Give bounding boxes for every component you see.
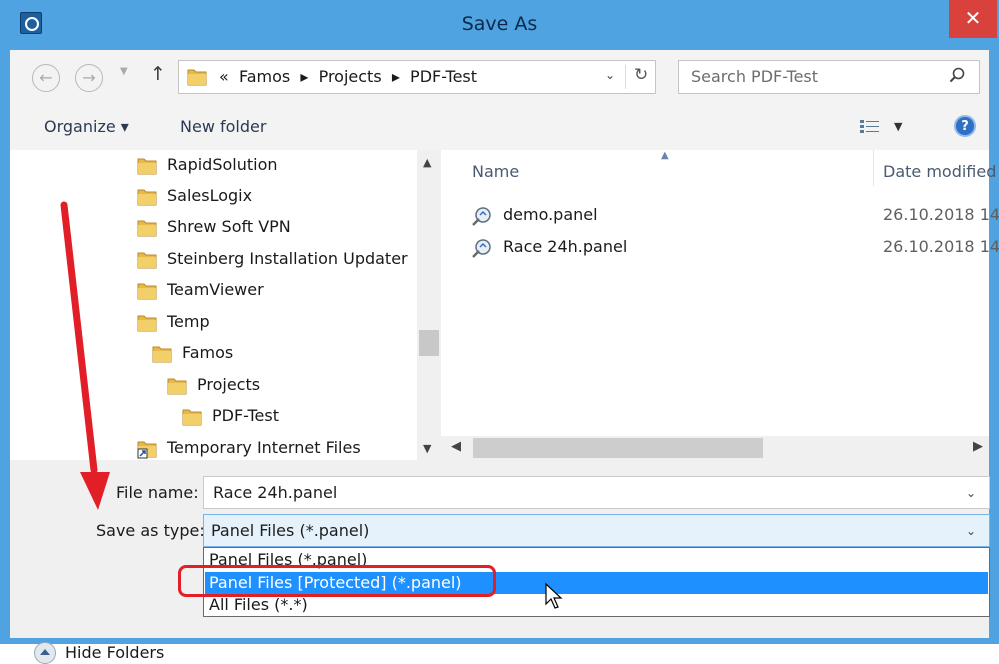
view-dropdown-chevron-icon[interactable]: ▼ <box>894 120 902 133</box>
hide-folders-chevron-icon[interactable] <box>34 642 56 664</box>
up-folder-button[interactable]: ↑ <box>150 63 166 85</box>
tree-item-label: Temp <box>167 312 210 331</box>
tree-item-label: SalesLogix <box>167 186 253 205</box>
panel-file-icon <box>472 207 491 226</box>
command-toolbar: Organize ▾ New folder ▼ ? <box>10 105 989 150</box>
folder-icon <box>137 189 157 206</box>
file-name: demo.panel <box>503 205 598 224</box>
search-icon[interactable] <box>949 67 965 83</box>
file-name-field[interactable]: Race 24h.panel ⌄ <box>203 476 990 509</box>
folder-icon <box>137 158 157 175</box>
folder-icon <box>187 69 207 86</box>
file-list: Name ▲ Date modified demo.panel 26.10.20… <box>441 150 999 460</box>
save-as-type-value: Panel Files (*.panel) <box>211 521 370 540</box>
column-header-name[interactable]: Name <box>472 162 519 181</box>
address-row: ← → ▼ ↑ « Famos ▸ Projects ▸ PDF-Test ⌄ … <box>10 50 989 105</box>
tree-item-label: RapidSolution <box>167 155 278 174</box>
tree-item-label: Temporary Internet Files <box>167 438 361 457</box>
file-row[interactable]: Race 24h.panel 26.10.2018 14:1 <box>471 234 999 262</box>
file-name: Race 24h.panel <box>503 237 628 256</box>
mouse-cursor-icon <box>545 582 563 609</box>
folder-icon <box>137 283 157 300</box>
file-name-value[interactable]: Race 24h.panel <box>213 483 337 502</box>
new-folder-button[interactable]: New folder <box>180 117 266 136</box>
view-options-icon[interactable] <box>858 118 882 136</box>
hide-folders-button[interactable]: Hide Folders <box>65 643 164 662</box>
breadcrumb[interactable]: « Famos ▸ Projects ▸ PDF-Test <box>219 67 477 86</box>
forward-button[interactable]: → <box>75 64 103 92</box>
folder-icon <box>152 346 172 363</box>
save-as-type-select[interactable]: Panel Files (*.panel) ⌄ <box>203 514 990 547</box>
column-divider[interactable] <box>873 150 874 186</box>
file-name-label: File name: <box>116 483 199 502</box>
folder-icon <box>137 315 157 332</box>
file-name-dropdown-chevron-icon[interactable]: ⌄ <box>966 486 976 500</box>
tree-item-label: PDF-Test <box>212 406 279 425</box>
file-row[interactable]: demo.panel 26.10.2018 14:1 <box>471 202 999 230</box>
close-button[interactable]: ✕ <box>949 0 997 38</box>
horizontal-scrollbar-thumb[interactable] <box>473 438 763 458</box>
folder-icon <box>137 252 157 269</box>
tree-item-label: Projects <box>197 375 261 394</box>
column-header-date-modified[interactable]: Date modified <box>883 162 996 181</box>
address-history-chevron-icon[interactable]: ⌄ <box>605 68 615 82</box>
dialog-client-area: ← → ▼ ↑ « Famos ▸ Projects ▸ PDF-Test ⌄ … <box>10 50 999 664</box>
scroll-left-chevron-icon[interactable]: ◀ <box>451 439 461 454</box>
folder-icon <box>137 220 157 237</box>
shortcut-folder-icon <box>137 441 157 459</box>
folder-icon <box>167 378 187 395</box>
sort-ascending-icon: ▲ <box>661 150 669 161</box>
tree-item-label: Famos <box>182 343 234 362</box>
tree-item-label: TeamViewer <box>167 280 264 299</box>
help-icon[interactable]: ? <box>954 115 976 137</box>
file-list-horizontal-scrollbar[interactable]: ◀ ▶ <box>441 436 989 460</box>
refresh-button[interactable]: ↻ <box>634 65 648 85</box>
save-as-type-chevron-icon[interactable]: ⌄ <box>966 524 976 538</box>
scroll-right-chevron-icon[interactable]: ▶ <box>973 439 983 454</box>
scroll-down-chevron-icon[interactable]: ▼ <box>423 442 431 455</box>
back-button[interactable]: ← <box>32 64 60 92</box>
folder-icon <box>182 409 202 426</box>
panel-file-icon <box>472 239 491 258</box>
tree-scrollbar-thumb[interactable] <box>419 330 439 356</box>
address-bar[interactable]: « Famos ▸ Projects ▸ PDF-Test ⌄ ↻ <box>178 60 656 94</box>
search-input[interactable]: Search PDF-Test <box>678 60 980 94</box>
address-divider <box>625 65 626 89</box>
recent-locations-chevron-icon[interactable]: ▼ <box>120 66 128 77</box>
tree-item-label: Shrew Soft VPN <box>167 217 291 236</box>
save-as-window: Save As ✕ ← → ▼ ↑ « Famos ▸ Projects ▸ P… <box>0 0 999 664</box>
scroll-up-chevron-icon[interactable]: ▲ <box>423 156 431 169</box>
file-date: 26.10.2018 14:1 <box>883 205 999 224</box>
tree-vertical-scrollbar[interactable]: ▲ ▼ <box>417 150 441 460</box>
search-placeholder: Search PDF-Test <box>691 67 819 86</box>
title-bar[interactable]: Save As ✕ <box>0 0 999 50</box>
folder-tree: RapidSolution SalesLogix Shrew Soft VPN … <box>10 150 417 460</box>
window-title: Save As <box>461 13 538 35</box>
save-options-panel: File name: Race 24h.panel ⌄ Save as type… <box>10 460 990 664</box>
file-date: 26.10.2018 14:1 <box>883 237 999 256</box>
annotation-highlight-box <box>178 565 496 597</box>
save-as-type-label: Save as type: <box>96 521 205 540</box>
dropdown-option[interactable]: All Files (*.*) <box>205 594 988 616</box>
organize-button[interactable]: Organize ▾ <box>44 117 129 136</box>
tree-item-label: Steinberg Installation Updater <box>167 249 408 268</box>
